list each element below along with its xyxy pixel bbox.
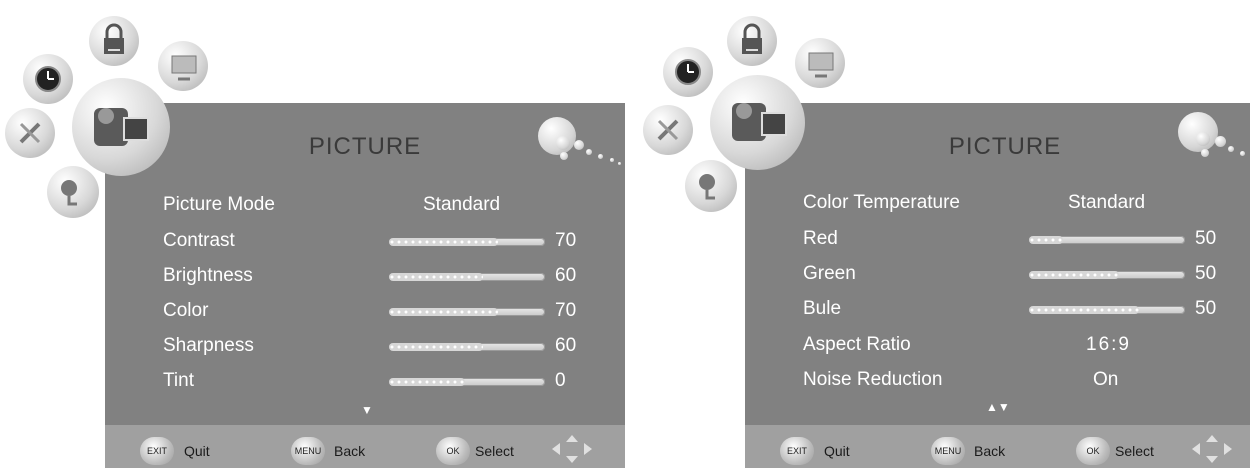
row-label: Green <box>803 263 856 284</box>
menu-row-green[interactable]: Green 50 <box>803 263 1243 289</box>
row-label: Red <box>803 228 838 249</box>
select-label: Select <box>1115 443 1154 459</box>
row-label: Color Temperature <box>803 192 961 213</box>
menu-row-color-temperature[interactable]: Color Temperature Standard <box>803 192 1243 218</box>
menu-row-color[interactable]: Color 70 <box>163 300 603 326</box>
green-slider[interactable] <box>1029 271 1185 279</box>
row-label: Brightness <box>163 265 253 286</box>
menu-row-sharpness[interactable]: Sharpness 60 <box>163 335 603 361</box>
row-value: 50 <box>1195 298 1217 319</box>
osd-screen-1: PICTURE Picture Mode Standard Contrast 7… <box>0 0 625 468</box>
exit-key-icon[interactable]: EXIT <box>140 437 174 465</box>
row-value: On <box>1093 369 1119 390</box>
clock-icon[interactable] <box>23 54 73 104</box>
quit-label: Quit <box>824 443 850 459</box>
menu-key-icon[interactable]: MENU <box>931 437 965 465</box>
lock-icon[interactable] <box>727 16 777 66</box>
sharpness-slider[interactable] <box>389 343 545 351</box>
quit-label: Quit <box>184 443 210 459</box>
row-label: Picture Mode <box>163 194 275 215</box>
back-label: Back <box>334 443 366 459</box>
speaker-icon[interactable] <box>685 160 737 212</box>
brightness-slider[interactable] <box>389 273 545 281</box>
decorative-bubble <box>1215 136 1226 147</box>
dpad-icon <box>1188 433 1236 465</box>
row-label: Bule <box>803 298 842 319</box>
red-slider[interactable] <box>1029 236 1185 244</box>
decorative-bubble <box>1240 151 1245 156</box>
decorative-bubble <box>574 140 584 150</box>
back-label: Back <box>974 443 1006 459</box>
color-slider[interactable] <box>389 308 545 316</box>
row-value: 70 <box>555 230 577 251</box>
camera-icon[interactable] <box>710 75 805 170</box>
page-title: PICTURE <box>948 133 1062 160</box>
decorative-bubble <box>586 149 592 155</box>
decorative-bubble <box>598 154 603 159</box>
menu-row-picture-mode[interactable]: Picture Mode Standard <box>163 194 603 220</box>
row-label: Contrast <box>163 230 235 251</box>
menu-row-tint[interactable]: Tint 0 <box>163 370 603 396</box>
scroll-down-icon: ▼ <box>361 403 373 417</box>
decorative-bubble <box>1228 146 1234 152</box>
tint-slider[interactable] <box>389 378 545 386</box>
menu-row-brightness[interactable]: Brightness 60 <box>163 265 603 291</box>
ok-key-icon[interactable]: OK <box>436 437 470 465</box>
camera-icon[interactable] <box>72 78 170 176</box>
decorative-bubbles-icon <box>538 117 576 155</box>
tools-icon[interactable] <box>5 108 55 158</box>
exit-key-icon[interactable]: EXIT <box>780 437 814 465</box>
decorative-bubble <box>1201 149 1209 157</box>
row-value: 0 <box>555 370 566 391</box>
row-value: Standard <box>1068 192 1146 213</box>
lock-icon[interactable] <box>89 16 139 66</box>
menu-row-noise-reduction[interactable]: Noise Reduction On <box>803 369 1243 395</box>
contrast-slider[interactable] <box>389 238 545 246</box>
bule-slider[interactable] <box>1029 306 1185 314</box>
row-label: Tint <box>163 370 194 391</box>
dpad-icon <box>548 433 596 465</box>
scroll-up-down-icon: ▲▼ <box>986 400 1010 414</box>
row-label: Aspect Ratio <box>803 334 911 355</box>
menu-row-red[interactable]: Red 50 <box>803 228 1243 254</box>
menu-key-icon[interactable]: MENU <box>291 437 325 465</box>
row-value: 16:9 <box>1086 334 1131 355</box>
row-value: 50 <box>1195 263 1217 284</box>
menu-row-bule[interactable]: Bule 50 <box>803 298 1243 324</box>
speaker-icon[interactable] <box>47 166 99 218</box>
row-label: Noise Reduction <box>803 369 943 390</box>
osd-screen-2: PICTURE Color Temperature Standard Red 5… <box>640 0 1250 468</box>
clock-icon[interactable] <box>663 47 713 97</box>
row-value: 70 <box>555 300 577 321</box>
decorative-bubble <box>560 152 568 160</box>
ok-key-icon[interactable]: OK <box>1076 437 1110 465</box>
select-label: Select <box>475 443 514 459</box>
row-label: Sharpness <box>163 335 254 356</box>
decorative-bubble <box>1196 132 1210 146</box>
decorative-bubble <box>556 136 570 150</box>
decorative-bubbles-icon <box>1178 112 1218 152</box>
decorative-bubble <box>610 158 614 162</box>
menu-row-contrast[interactable]: Contrast 70 <box>163 230 603 256</box>
row-value: 50 <box>1195 228 1217 249</box>
row-value: 60 <box>555 335 577 356</box>
decorative-bubble <box>618 162 621 165</box>
menu-row-aspect-ratio[interactable]: Aspect Ratio 16:9 <box>803 334 1243 360</box>
row-value: 60 <box>555 265 577 286</box>
tools-icon[interactable] <box>643 105 693 155</box>
row-label: Color <box>163 300 209 321</box>
row-value: Standard <box>423 194 501 215</box>
